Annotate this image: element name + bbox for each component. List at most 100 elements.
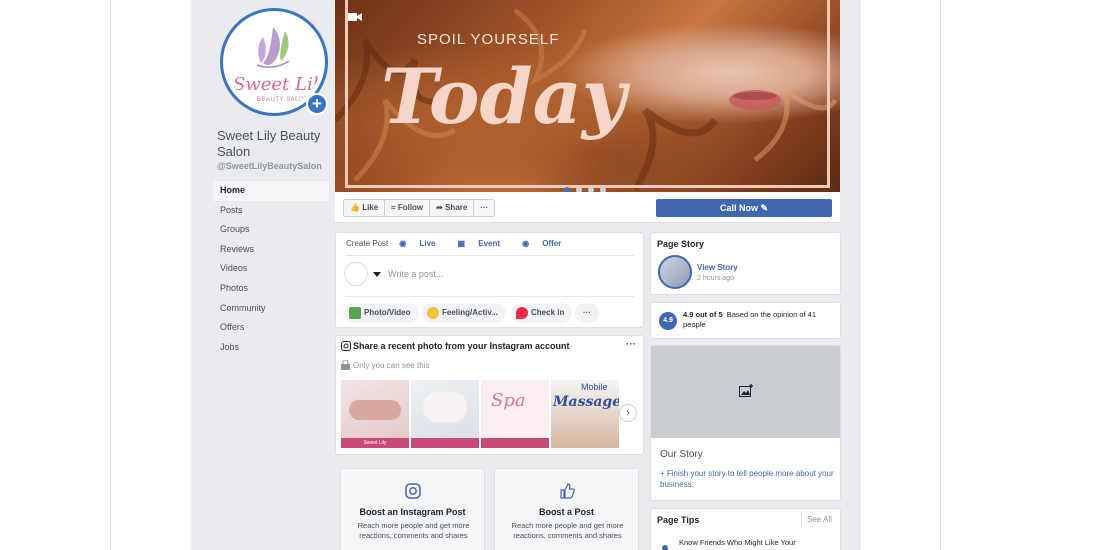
instagram-photo-4[interactable]: Mobile Massage: [551, 380, 619, 448]
photo-video-label: Photo/Video: [364, 308, 411, 317]
check-in-label: Check in: [531, 308, 565, 317]
rating-card: 4.9 4.9 out of 5 Based on the opinion of…: [650, 302, 841, 339]
nav-item-home[interactable]: Home: [213, 181, 329, 201]
boost-post-desc: Reach more people and get more reactions…: [511, 521, 624, 540]
profile-logo: Sweet Lily BEAUTY SALON: [227, 15, 321, 109]
like-label: Like: [362, 203, 379, 212]
our-story-image-placeholder[interactable]: [651, 346, 840, 438]
tab-live-label: Live: [419, 239, 436, 248]
page-username[interactable]: @SweetLilyBeautySalon: [217, 161, 322, 171]
calendar-icon: ▦: [457, 239, 466, 248]
see-all-link[interactable]: See All: [807, 515, 832, 524]
tab-event[interactable]: ▦ Event: [457, 239, 511, 248]
follow-label: Follow: [397, 203, 424, 212]
finish-story-link[interactable]: + Finish your story to tell people more …: [660, 468, 835, 490]
lock-icon: [341, 360, 350, 370]
create-post-tabs: Create Post ◉ Live ▦ Event ◉ Offer: [346, 239, 583, 248]
tab-offer-label: Offer: [542, 239, 562, 248]
update-profile-picture-icon[interactable]: +: [306, 93, 328, 115]
nav-item-videos[interactable]: Videos: [213, 259, 329, 279]
logo-wordmark: Sweet Lily: [233, 74, 321, 95]
location-pin-icon: [516, 307, 528, 319]
check-in-button[interactable]: Check in: [511, 303, 573, 323]
page-tips-title: Page Tips: [657, 515, 700, 525]
share-label: Share: [445, 203, 468, 212]
more-post-options-button[interactable]: ···: [575, 303, 599, 323]
tip-icon: [662, 545, 668, 550]
nav-item-offers[interactable]: Offers: [213, 318, 329, 338]
instagram-privacy-note: Only you can see this: [353, 361, 430, 370]
page-profile-picture[interactable]: Sweet Lily BEAUTY SALON +: [220, 8, 328, 116]
nav-item-groups[interactable]: Groups: [213, 220, 329, 240]
mobile-text: Mobile: [581, 382, 608, 392]
photo-caption-bar: [411, 438, 479, 448]
page-title[interactable]: Sweet Lily Beauty Salon: [217, 128, 329, 160]
instagram-photo-3[interactable]: Spa: [481, 380, 549, 448]
instagram-share-card: Share a recent photo from your Instagram…: [335, 335, 644, 455]
create-post-card: Create Post ◉ Live ▦ Event ◉ Offer Write…: [335, 232, 644, 328]
nav-item-jobs[interactable]: Jobs: [213, 338, 329, 358]
nav-item-community[interactable]: Community: [213, 299, 329, 319]
story-thumbnail[interactable]: [658, 255, 692, 289]
photo-icon: [349, 307, 361, 319]
story-timestamp: 2 hours ago: [697, 275, 734, 282]
pencil-icon: ✎: [760, 203, 769, 213]
instagram-photo-1[interactable]: Sweet Lily: [341, 380, 409, 448]
instagram-icon: [405, 483, 421, 499]
logo-subtitle: BEAUTY SALON: [257, 97, 309, 103]
call-now-label: Call Now: [719, 203, 758, 213]
tab-create-post[interactable]: Create Post: [346, 239, 388, 248]
boost-instagram-card[interactable]: Boost an Instagram Post Reach more peopl…: [340, 468, 485, 550]
nails-graphic: [349, 400, 401, 420]
follow-button[interactable]: ≈ Follow: [385, 200, 431, 216]
rating-text[interactable]: 4.9 out of 5 Based on the opinion of 41 …: [683, 310, 833, 330]
nails-graphic: [423, 392, 467, 422]
tab-event-label: Event: [478, 239, 501, 248]
photo-caption: Sweet Lily: [341, 438, 409, 448]
rating-summary: 4.9 out of 5: [683, 310, 723, 319]
boost-post-card[interactable]: Boost a Post Reach more people and get m…: [494, 468, 639, 550]
page-story-title: Page Story: [657, 239, 705, 249]
nav-item-photos[interactable]: Photos: [213, 279, 329, 299]
share-button[interactable]: ➦ Share: [430, 200, 475, 216]
poster-avatar[interactable]: [344, 262, 368, 286]
our-story-card: Our Story + Finish your story to tell pe…: [650, 345, 841, 501]
view-story-link[interactable]: View Story: [697, 263, 738, 272]
nav-item-posts[interactable]: Posts: [213, 201, 329, 221]
divider: [346, 296, 634, 297]
rating-badge: 4.9: [659, 312, 677, 330]
instagram-photo-2[interactable]: [411, 380, 479, 448]
more-actions-button[interactable]: ···: [474, 200, 494, 216]
divider: [346, 255, 634, 256]
page-action-bar: 👍 Like ≈ Follow ➦ Share ··· Call Now ✎: [335, 192, 840, 223]
cover-subtitle: SPOIL YOURSELF: [417, 31, 560, 48]
boost-instagram-desc: Reach more people and get more reactions…: [357, 521, 470, 540]
page-story-card: Page Story View Story 2 hours ago: [650, 232, 841, 295]
facebook-page-canvas: Sweet Lily BEAUTY SALON + Sweet Lily Bea…: [191, 0, 861, 550]
video-camera-icon: [348, 13, 362, 21]
slideshow-dots: [564, 180, 612, 192]
call-now-button[interactable]: Call Now ✎: [656, 199, 832, 217]
add-photo-icon: [739, 384, 753, 397]
boost-instagram-title: Boost an Instagram Post: [359, 507, 466, 517]
nav-item-reviews[interactable]: Reviews: [213, 240, 329, 260]
tab-live[interactable]: ◉ Live: [399, 239, 446, 248]
chevron-down-icon[interactable]: [373, 272, 381, 277]
feeling-activity-button[interactable]: Feeling/Activ...: [422, 303, 506, 323]
cover-slideshow[interactable]: SPOIL YOURSELF Today: [335, 0, 840, 192]
chevron-right-icon[interactable]: ›: [619, 404, 637, 422]
instagram-icon: [341, 341, 351, 351]
our-story-title: Our Story: [660, 449, 703, 460]
offer-icon: ◉: [522, 239, 530, 248]
tab-offer[interactable]: ◉ Offer: [522, 239, 572, 248]
like-button[interactable]: 👍 Like: [344, 200, 386, 216]
page-frame-left: [110, 0, 111, 550]
page-tip-item[interactable]: Know Friends Who Might Like Your: [679, 538, 796, 547]
photo-caption-bar: [481, 438, 549, 448]
write-post-input[interactable]: Write a post...: [388, 269, 443, 279]
photo-video-button[interactable]: Photo/Video: [344, 303, 419, 323]
instagram-card-title: Share a recent photo from your Instagram…: [353, 341, 570, 351]
cover-headline: Today: [381, 52, 627, 141]
smiley-icon: [427, 307, 439, 319]
instagram-more-button[interactable]: ···: [626, 339, 636, 350]
